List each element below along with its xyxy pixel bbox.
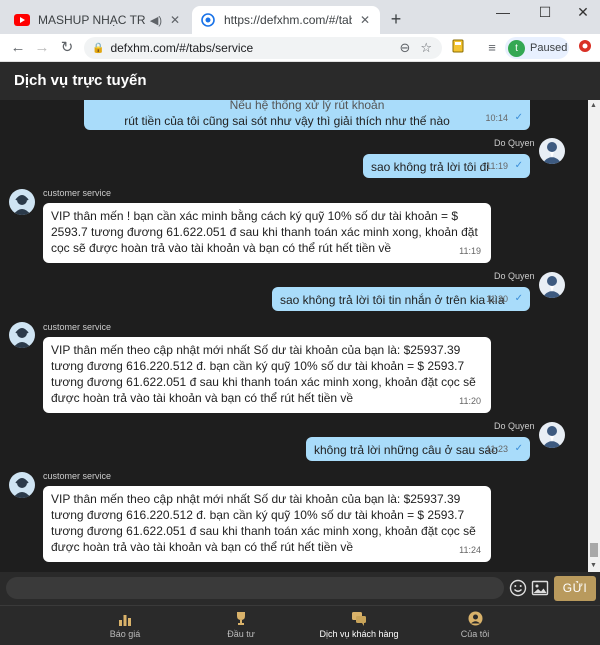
globe-icon xyxy=(200,12,216,28)
extension-red-icon[interactable] xyxy=(576,39,594,57)
message-text: rút tiền của tôi cũng sai sót như vậy th… xyxy=(124,114,450,128)
scroll-down-icon[interactable]: ▼ xyxy=(590,562,597,569)
bottom-nav: Báo giá Đầu tư Dịch vụ khách hàng Của tô… xyxy=(0,605,600,645)
browser-toolbar: ← → ↻ 🔒 defxhm.com/#/tabs/service ⊖ ☆ ≡ … xyxy=(0,34,600,62)
message-text: VIP thân mến theo cập nhật mới nhất Số d… xyxy=(51,343,476,405)
nav-item-account[interactable]: Của tôi xyxy=(420,610,530,639)
check-icon: ✓ xyxy=(514,160,523,171)
nav-label: Đầu tư xyxy=(227,629,255,639)
url-text: defxhm.com/#/tabs/service xyxy=(110,41,254,55)
reading-list-icon[interactable]: ≡ xyxy=(483,39,501,57)
nav-item-invest[interactable]: Đầu tư xyxy=(186,610,296,639)
chart-icon xyxy=(70,610,180,626)
check-icon: ✓ xyxy=(514,443,523,454)
image-icon[interactable] xyxy=(531,579,549,597)
sender-name: customer service xyxy=(43,322,112,332)
star-icon[interactable]: ☆ xyxy=(420,40,432,56)
user-avatar xyxy=(539,422,565,448)
scrollbar-thumb[interactable] xyxy=(590,543,598,557)
avatar: t xyxy=(508,39,525,57)
message-time: 11:20 xyxy=(459,396,481,406)
profile-button[interactable]: t Paused xyxy=(505,37,569,59)
chat-scrollbar[interactable]: ▲ ▼ xyxy=(588,100,600,572)
page-title: Dịch vụ trực tuyến xyxy=(0,62,600,100)
message-bubble: VIP thân mến theo cập nhật mới nhất Số d… xyxy=(43,337,491,413)
user-icon xyxy=(420,610,530,626)
sender-name: Do Quyen xyxy=(494,271,535,281)
sender-name: Do Quyen xyxy=(494,421,535,431)
browser-tab-youtube[interactable]: MASHUP NHẠC TRẺ TIKTOK ◀) ✕ xyxy=(6,6,190,34)
browser-tab-bar: MASHUP NHẠC TRẺ TIKTOK ◀) ✕ https://defx… xyxy=(0,0,600,34)
minimize-button[interactable]: — xyxy=(488,4,518,20)
nav-item-customer-service[interactable]: Dịch vụ khách hàng xyxy=(304,610,414,639)
send-button[interactable]: GỬI xyxy=(554,576,596,601)
message-bubble: sao không trả lời tôi tin nhắn ở trên ki… xyxy=(272,287,530,311)
message-bubble: sao không trả lời tôi đi 11:19 ✓ xyxy=(363,154,530,178)
message-bubble: Nếu hệ thống xử lý rút khoản rút tiền củ… xyxy=(84,100,530,130)
message-input-bar: GỬI xyxy=(0,572,600,605)
message-bubble: không trả lời những câu ở sau sao 11:23 … xyxy=(306,437,530,461)
message-time: 11:20 xyxy=(486,294,508,304)
message-time: 11:23 xyxy=(486,444,508,454)
agent-avatar xyxy=(9,472,35,498)
check-icon: ✓ xyxy=(514,112,523,123)
forward-arrow-icon[interactable]: → xyxy=(32,38,52,58)
browser-tab-service[interactable]: https://defxhm.com/#/tabs/servi ✕ xyxy=(192,6,380,34)
user-avatar xyxy=(539,138,565,164)
message-bubble: VIP thân mến ! bạn cần xác minh bằng các… xyxy=(43,203,491,263)
message-time: 11:19 xyxy=(459,246,481,256)
message-bubble: VIP thân mến theo cập nhật mới nhất Số d… xyxy=(43,486,491,562)
extension-icon[interactable] xyxy=(449,39,467,57)
audio-icon[interactable]: ◀) xyxy=(150,14,162,27)
chat-icon xyxy=(304,610,414,626)
check-icon: ✓ xyxy=(514,293,523,304)
back-arrow-icon[interactable]: ← xyxy=(8,38,28,58)
chat-area[interactable]: Nếu hệ thống xử lý rút khoản rút tiền củ… xyxy=(0,100,588,572)
sender-name: customer service xyxy=(43,188,112,198)
sender-name: Do Quyen xyxy=(494,138,535,148)
message-time: 10:14 xyxy=(485,113,508,123)
agent-avatar xyxy=(9,322,35,348)
close-tab-icon[interactable]: ✕ xyxy=(168,13,182,27)
agent-avatar xyxy=(9,189,35,215)
scroll-up-icon[interactable]: ▲ xyxy=(590,102,597,109)
new-tab-button[interactable]: + xyxy=(386,9,406,30)
window-close-button[interactable]: ✕ xyxy=(568,4,598,21)
message-text: VIP thân mến theo cập nhật mới nhất Số d… xyxy=(51,492,476,554)
message-text: VIP thân mến ! bạn cần xác minh bằng các… xyxy=(51,209,478,255)
nav-label: Dịch vụ khách hàng xyxy=(319,629,399,639)
user-avatar xyxy=(539,272,565,298)
nav-label: Báo giá xyxy=(109,629,141,639)
nav-label: Của tôi xyxy=(460,629,490,639)
address-bar[interactable]: 🔒 defxhm.com/#/tabs/service ⊖ ☆ xyxy=(84,37,442,59)
reload-icon[interactable]: ↻ xyxy=(57,38,77,58)
profile-status: Paused xyxy=(530,42,568,54)
tab-title: MASHUP NHẠC TRẺ TIKTOK xyxy=(38,13,146,27)
nav-item-quotes[interactable]: Báo giá xyxy=(70,610,180,639)
emoji-icon[interactable] xyxy=(509,579,527,597)
maximize-button[interactable]: ☐ xyxy=(530,4,560,21)
message-time: 11:19 xyxy=(486,161,508,171)
close-tab-icon[interactable]: ✕ xyxy=(358,13,372,27)
tab-title: https://defxhm.com/#/tabs/servi xyxy=(224,13,352,27)
message-input[interactable] xyxy=(6,577,504,599)
zoom-icon[interactable]: ⊖ xyxy=(399,40,410,56)
youtube-icon xyxy=(14,12,30,28)
message-text-partial: Nếu hệ thống xử lý rút khoản xyxy=(229,100,385,112)
lock-icon: 🔒 xyxy=(92,42,105,54)
trophy-icon xyxy=(186,610,296,626)
message-time: 11:24 xyxy=(459,545,481,555)
sender-name: customer service xyxy=(43,471,112,481)
